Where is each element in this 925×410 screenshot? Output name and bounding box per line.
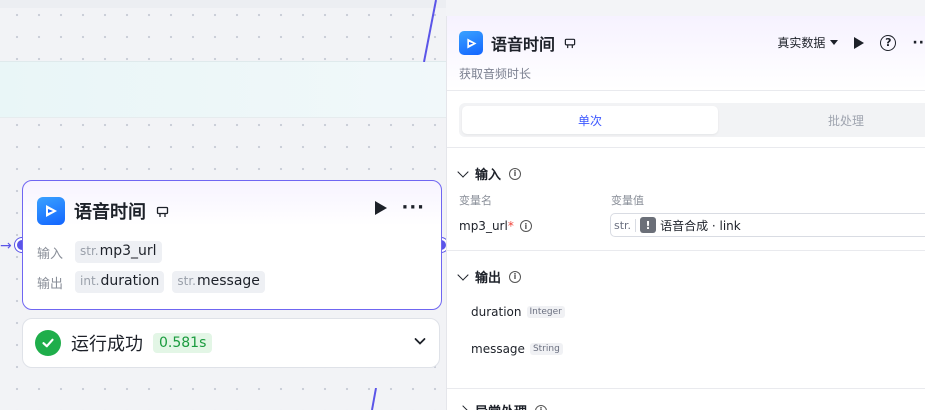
divider bbox=[447, 147, 925, 148]
run-time-badge: 0.581s bbox=[153, 333, 213, 353]
node-detail-panel: 语音时间 获取音频时长 真实数据 ? ·· 单次 批处理 输入 i 变量名 变量… bbox=[446, 16, 925, 410]
info-icon[interactable]: i bbox=[519, 220, 532, 232]
workflow-canvas[interactable]: → 语音时间 ··· 输入 str. mp3_url 输出 int. durat… bbox=[0, 0, 446, 410]
play-icon[interactable] bbox=[375, 201, 388, 215]
output-name: duration bbox=[471, 305, 522, 319]
plugin-badge-icon bbox=[563, 36, 577, 50]
panel-header: 语音时间 获取音频时长 真实数据 ? ·· bbox=[447, 16, 925, 90]
var-type: str. bbox=[614, 218, 637, 232]
incoming-arrow-icon: → bbox=[0, 238, 12, 254]
param-name: mp3_url bbox=[99, 243, 157, 259]
caret-down-icon bbox=[830, 40, 839, 45]
output-type-badge: String bbox=[529, 343, 563, 355]
canvas-group-band bbox=[0, 61, 446, 118]
output-section-title: 输出 bbox=[475, 271, 502, 286]
required-mark: * bbox=[507, 219, 514, 233]
connection-edge-top bbox=[423, 0, 437, 62]
exception-section-header[interactable]: 异常处理 i bbox=[457, 401, 548, 410]
connection-edge-bottom bbox=[371, 388, 377, 410]
param-type: int. bbox=[80, 274, 100, 288]
node-title: 语音时间 bbox=[74, 202, 146, 223]
tab-batch[interactable]: 批处理 bbox=[718, 106, 925, 134]
run-status-card[interactable]: 运行成功 0.581s bbox=[22, 318, 440, 368]
more-icon[interactable]: ·· bbox=[912, 35, 925, 51]
var-name-text: mp3_url bbox=[459, 219, 508, 233]
status-text: 运行成功 bbox=[71, 334, 143, 355]
output-item: duration Integer bbox=[471, 305, 565, 319]
audio-plugin-icon bbox=[37, 197, 65, 225]
input-label: 输入 bbox=[37, 246, 64, 262]
output-section-header[interactable]: 输出 i bbox=[457, 267, 522, 286]
node-input-row: 输入 str. mp3_url bbox=[37, 241, 162, 263]
plugin-badge-icon bbox=[155, 204, 169, 218]
chevron-down-icon bbox=[457, 268, 469, 281]
reference-warning-icon: ! bbox=[640, 217, 657, 233]
more-icon[interactable]: ··· bbox=[401, 199, 425, 217]
param-name: duration bbox=[100, 273, 160, 289]
output-param-tag: str. message bbox=[172, 271, 265, 293]
audio-plugin-icon bbox=[459, 31, 483, 55]
panel-subtitle: 获取音频时长 bbox=[459, 67, 532, 81]
node-card[interactable]: 语音时间 ··· 输入 str. mp3_url 输出 int. duratio… bbox=[22, 180, 442, 310]
input-param-tag: str. mp3_url bbox=[75, 241, 162, 263]
param-name: message bbox=[197, 273, 260, 289]
output-name: message bbox=[471, 342, 525, 356]
output-type-badge: Integer bbox=[526, 306, 565, 318]
var-name-header: 变量名 bbox=[459, 194, 492, 207]
var-name-mp3-url: mp3_url* i bbox=[459, 219, 532, 233]
panel-title: 语音时间 bbox=[491, 35, 556, 54]
divider bbox=[447, 250, 925, 251]
info-icon[interactable]: i bbox=[509, 167, 522, 180]
var-reference: 语音合成 · link bbox=[660, 218, 741, 233]
var-value-header: 变量值 bbox=[611, 194, 644, 207]
input-section-title: 输入 bbox=[475, 168, 502, 183]
param-type: str. bbox=[177, 274, 196, 288]
help-icon[interactable]: ? bbox=[880, 34, 897, 51]
exception-section-title: 异常处理 bbox=[475, 401, 527, 410]
mode-tabs: 单次 批处理 bbox=[459, 103, 925, 137]
var-value-field[interactable]: str. ! 语音合成 · link bbox=[610, 213, 925, 237]
node-actions: ··· bbox=[375, 199, 425, 217]
node-output-row: 输出 int. duration str. message bbox=[37, 271, 265, 293]
success-check-icon bbox=[35, 330, 61, 356]
divider bbox=[447, 90, 925, 91]
info-icon[interactable]: i bbox=[535, 404, 548, 410]
play-icon[interactable] bbox=[854, 36, 865, 49]
canvas-top-strip bbox=[0, 0, 446, 8]
output-label: 输出 bbox=[37, 276, 64, 292]
panel-actions: 真实数据 ? ·· bbox=[777, 34, 925, 51]
tab-single[interactable]: 单次 bbox=[462, 106, 718, 134]
chevron-right-icon bbox=[457, 404, 469, 410]
data-source-select[interactable]: 真实数据 bbox=[777, 34, 839, 51]
input-section-header[interactable]: 输入 i bbox=[457, 164, 522, 183]
data-source-label: 真实数据 bbox=[777, 36, 826, 50]
chevron-down-icon[interactable] bbox=[413, 334, 427, 352]
info-icon[interactable]: i bbox=[509, 270, 522, 283]
node-header: 语音时间 bbox=[37, 197, 169, 225]
param-type: str. bbox=[80, 244, 99, 258]
panel-title-row: 语音时间 bbox=[459, 31, 577, 55]
output-item: message String bbox=[471, 342, 563, 356]
output-param-tag: int. duration bbox=[75, 271, 165, 293]
chevron-down-icon bbox=[457, 165, 469, 178]
divider bbox=[447, 388, 925, 389]
